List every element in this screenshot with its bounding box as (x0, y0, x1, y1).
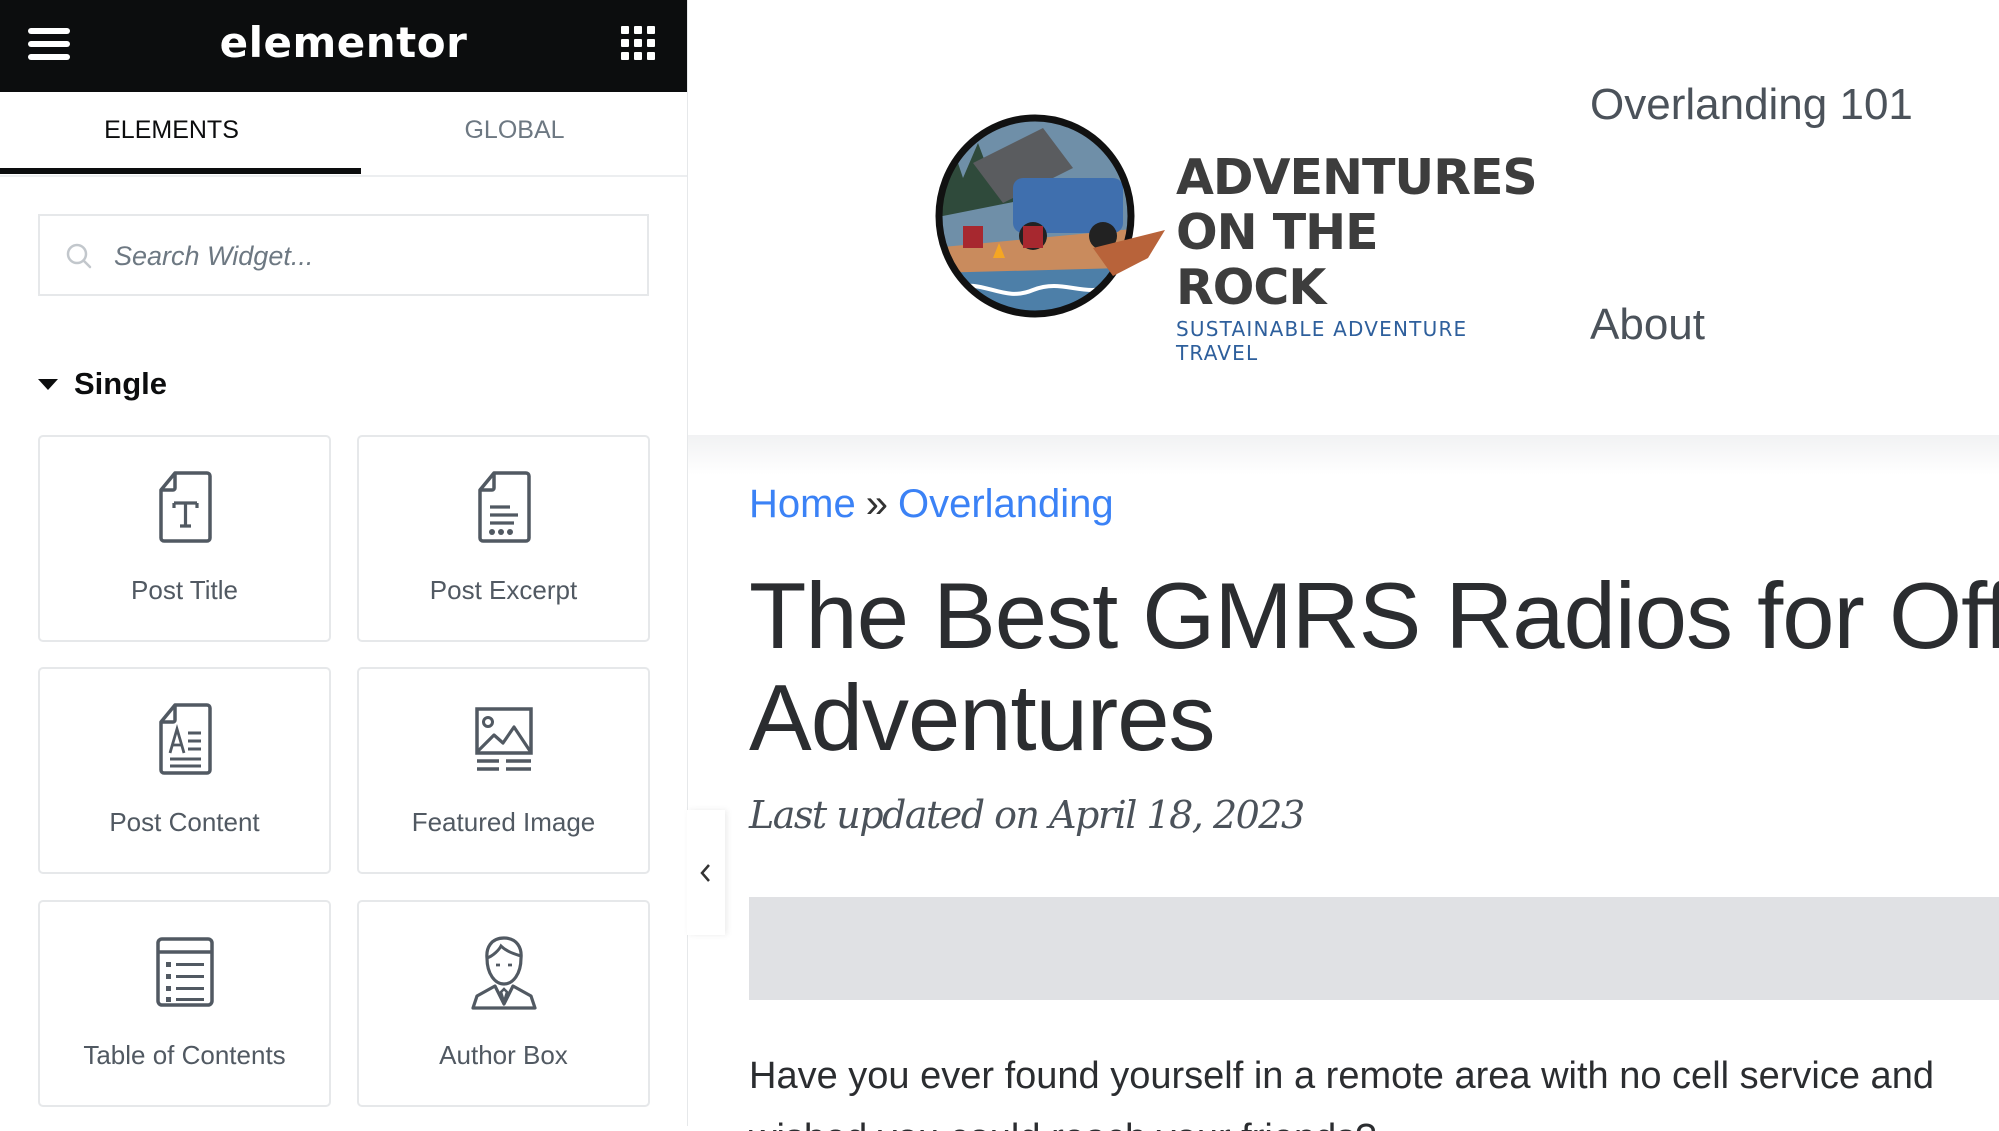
nav-overlanding-101[interactable]: Overlanding 101 (1590, 80, 1913, 130)
panel-header: elementor (0, 0, 687, 92)
widget-label: Post Title (131, 575, 238, 605)
brand-line2: ON THE ROCK (1176, 204, 1379, 316)
breadcrumb-overlanding[interactable]: Overlanding (898, 482, 1114, 526)
tab-elements[interactable]: ELEMENTS (0, 92, 343, 175)
post-excerpt-icon (477, 471, 531, 543)
widget-table-of-contents[interactable]: Table of Contents (38, 900, 331, 1107)
widget-label: Featured Image (411, 807, 596, 837)
featured-image-icon (474, 707, 533, 771)
post-title: The Best GMRS Radios for Off-Road Advent… (749, 565, 1999, 769)
post-content-area: Home» Overlanding The Best GMRS Radios fo… (688, 435, 1999, 1131)
widget-search[interactable] (38, 214, 649, 296)
search-icon (66, 243, 92, 269)
post-title-icon (158, 471, 212, 543)
post-date: Last updated on April 18, 2023 (749, 793, 1305, 837)
collapse-panel-button[interactable] (687, 810, 725, 935)
logo-emblem-icon (935, 114, 1165, 318)
chevron-left-icon (700, 863, 710, 882)
table-of-contents-icon (155, 937, 214, 1007)
category-toggle-single[interactable]: Single (38, 362, 167, 406)
elementor-panel: elementor ELEMENTS GLOBAL Single Post Ti… (0, 0, 688, 1126)
category-label: Single (74, 366, 168, 401)
brand-line1: ADVENTURES (1176, 149, 1538, 206)
widget-author-box[interactable]: Author Box (357, 900, 650, 1107)
post-title-line1: The Best GMRS Radios for Off-Road (749, 563, 1999, 668)
widget-featured-image[interactable]: Featured Image (357, 667, 650, 874)
breadcrumb: Home» Overlanding (749, 482, 1114, 527)
widget-post-excerpt[interactable]: Post Excerpt (357, 435, 650, 642)
caret-down-icon (38, 378, 58, 390)
post-content-icon (158, 703, 212, 775)
breadcrumb-home[interactable]: Home (749, 482, 856, 526)
widget-label: Table of Contents (83, 1040, 286, 1070)
brand-text: ADVENTURES ON THE ROCK SUSTAINABLE ADVEN… (1176, 149, 1538, 365)
site-header: ADVENTURES ON THE ROCK SUSTAINABLE ADVEN… (688, 0, 1999, 435)
site-logo[interactable]: ADVENTURES ON THE ROCK SUSTAINABLE ADVEN… (933, 108, 1538, 365)
elementor-logo: elementor (219, 18, 468, 67)
breadcrumb-separator: » (865, 482, 888, 526)
nav-about[interactable]: About (1590, 300, 1705, 350)
widget-label: Post Excerpt (429, 575, 578, 605)
tab-global[interactable]: GLOBAL (343, 92, 686, 175)
search-input[interactable] (112, 216, 636, 296)
post-intro-continued: wished you could reach your friends? (749, 1117, 1376, 1131)
widget-post-title[interactable]: Post Title (38, 435, 331, 642)
brand-tagline: SUSTAINABLE ADVENTURE TRAVEL (1176, 317, 1468, 365)
grid-icon[interactable] (621, 26, 655, 60)
post-title-line2: Adventures (749, 665, 1216, 770)
post-intro: Have you ever found yourself in a remote… (749, 1055, 1934, 1097)
featured-image-placeholder (749, 897, 1999, 1000)
active-tab-indicator (0, 168, 361, 174)
panel-tabs: ELEMENTS GLOBAL (0, 92, 687, 177)
widget-label: Author Box (439, 1040, 568, 1070)
site-preview: ADVENTURES ON THE ROCK SUSTAINABLE ADVEN… (688, 0, 1999, 1131)
widget-label: Post Content (109, 807, 260, 837)
author-box-icon (470, 936, 537, 1010)
widget-post-content[interactable]: Post Content (38, 667, 331, 874)
